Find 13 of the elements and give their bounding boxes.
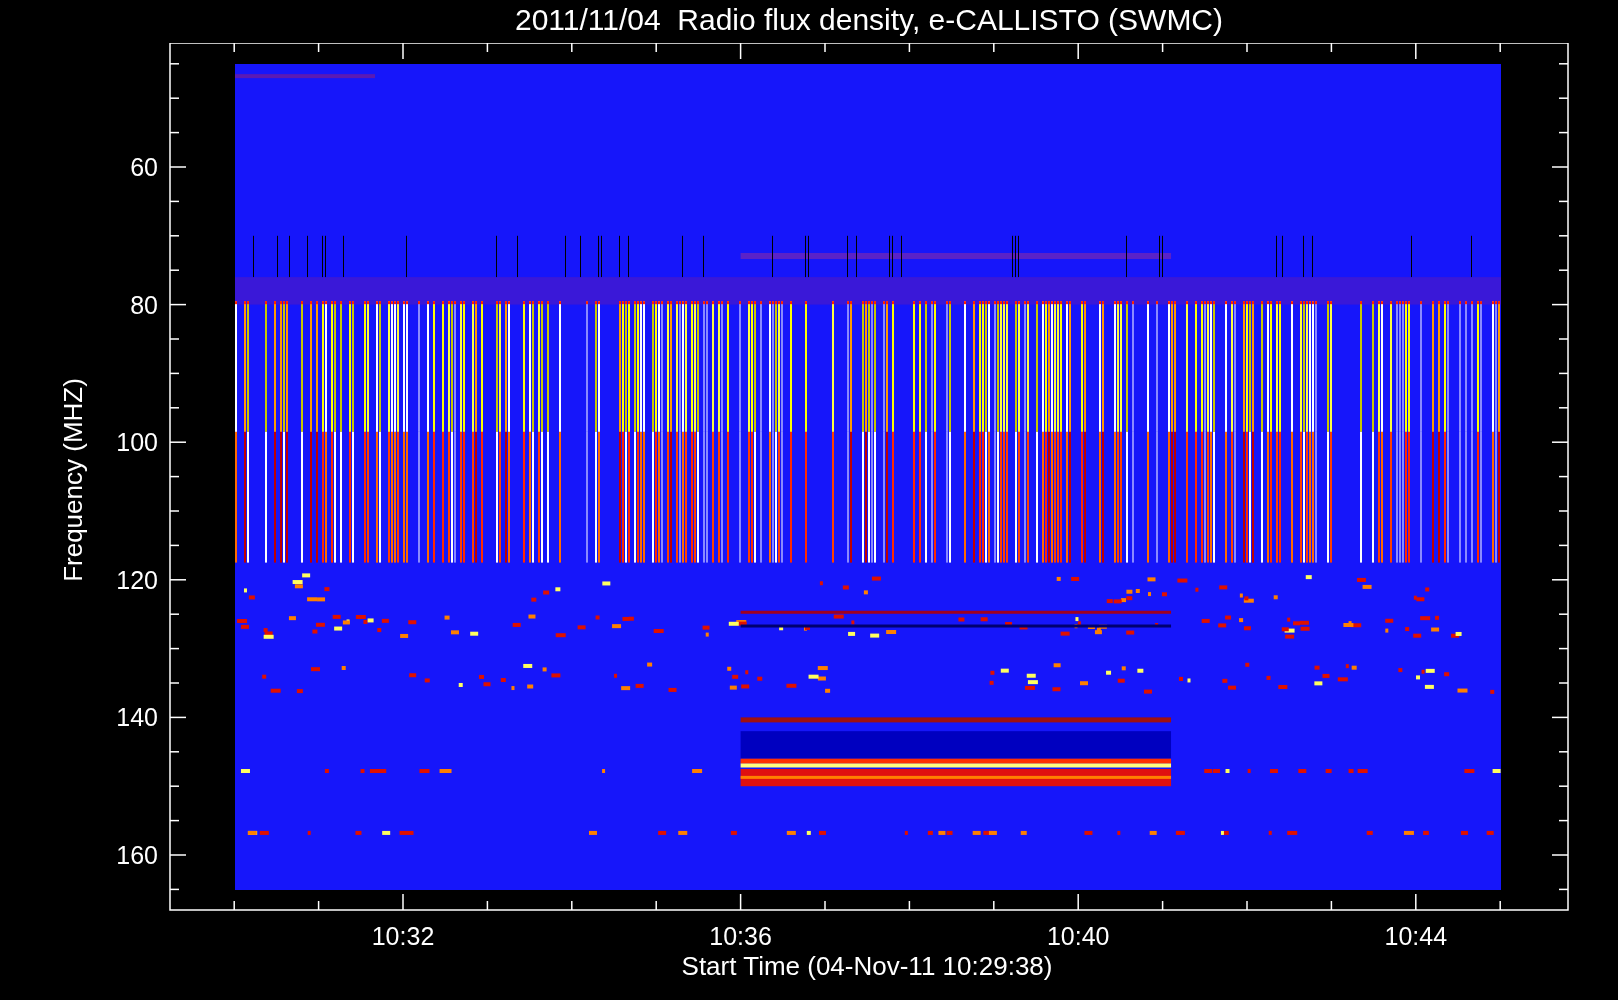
- chart-title: 2011/11/04 Radio flux density, e-CALLISTO (SWMC): [514, 2, 1224, 38]
- axis-tick-label: 10:44: [1384, 922, 1448, 950]
- axis-title: Start Time (04-Nov-11 10:29:38): [681, 951, 1053, 981]
- axis-tick-label: 60: [130, 153, 158, 181]
- axis-tick-label: 120: [116, 565, 158, 594]
- axis-tick-label: 80: [130, 290, 158, 319]
- axis-tick-label: 10:32: [371, 922, 435, 950]
- axis-tick-label: 160: [116, 841, 158, 869]
- axis-title: Frequency (MHZ): [58, 378, 88, 582]
- axis-tick-label: 140: [116, 703, 158, 732]
- axis-tick-label: 10:40: [1046, 922, 1110, 950]
- axis-tick-label: 100: [116, 428, 158, 457]
- axis-tick-label: 10:36: [709, 922, 772, 950]
